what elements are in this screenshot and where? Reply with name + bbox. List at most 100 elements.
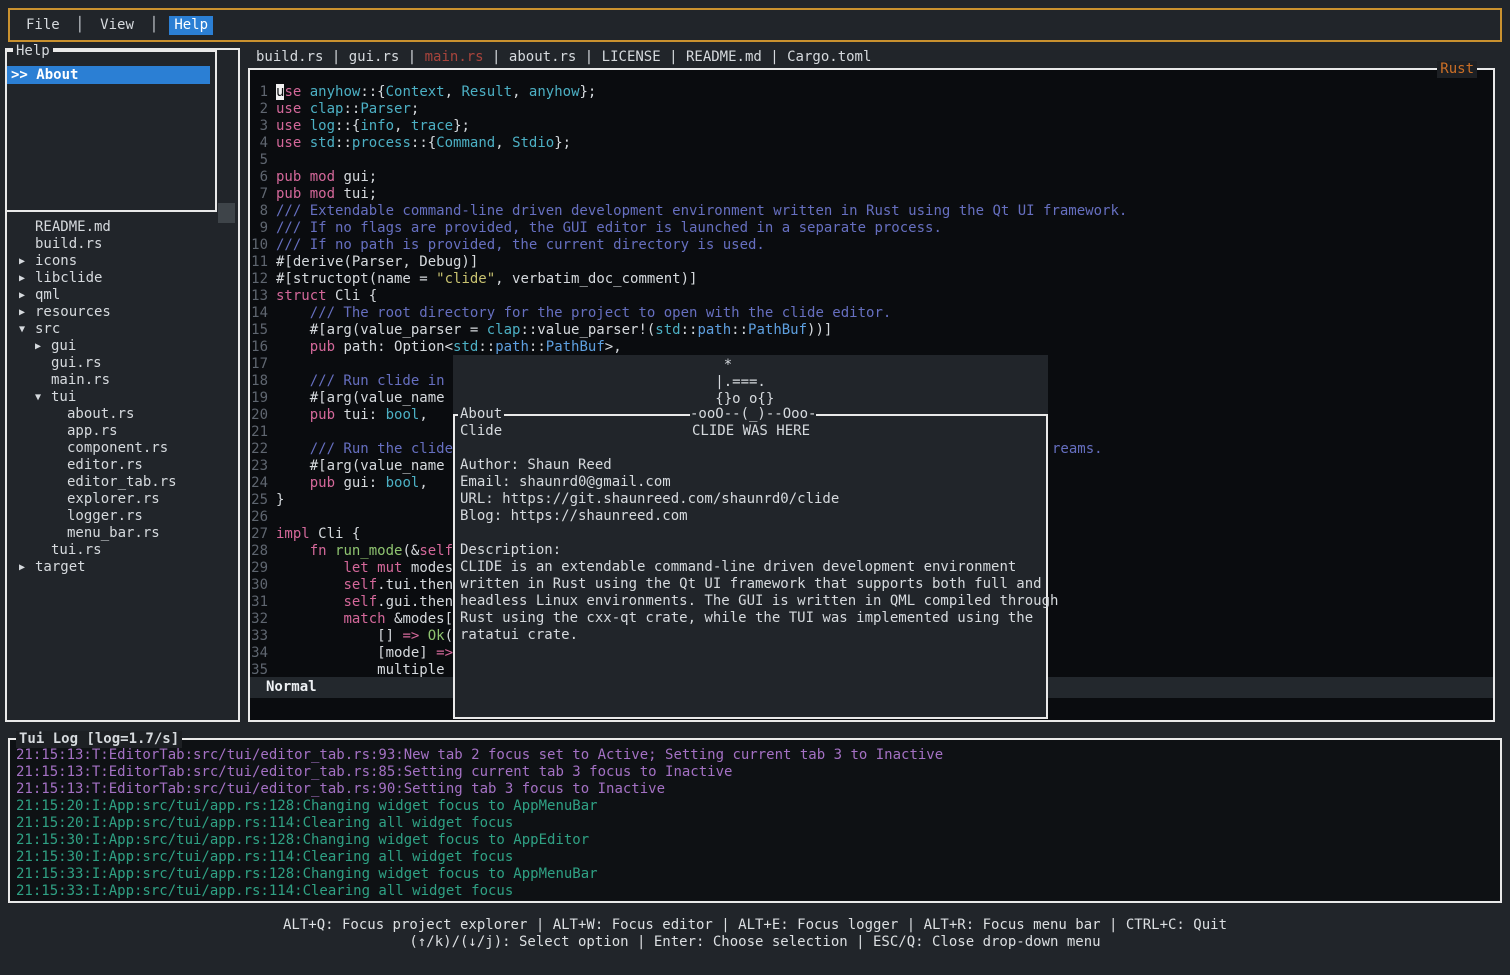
tree-item-label: menu_bar.rs (67, 525, 160, 542)
menu-item-view[interactable]: View (95, 16, 139, 35)
tree-item-label: qml (35, 287, 60, 304)
tree-item-qml[interactable]: ▶qml (7, 287, 238, 304)
folder-collapsed-icon[interactable]: ▶ (19, 304, 35, 321)
code-token: ; (411, 101, 419, 117)
code-token: Cli { (310, 526, 361, 542)
tree-item-resources[interactable]: ▶resources (7, 304, 238, 321)
tree-item-label: editor.rs (67, 457, 143, 474)
tree-item-tui[interactable]: ▼tui (7, 389, 238, 406)
tree-item-src[interactable]: ▼src (7, 321, 238, 338)
line-number: 33 (251, 628, 268, 645)
tab-separator: | (661, 49, 686, 65)
code-line-10[interactable]: 10/// If no path is provided, the curren… (251, 237, 1493, 254)
code-text: struct Cli { (276, 288, 377, 305)
tree-indent (35, 542, 51, 559)
tab-about-rs[interactable]: about.rs (509, 49, 576, 65)
tab-separator: | (576, 49, 601, 65)
code-line-14[interactable]: 14 /// The root directory for the projec… (251, 305, 1493, 322)
code-line-7[interactable]: 7pub mod tui; (251, 186, 1493, 203)
line-number: 15 (251, 322, 268, 339)
code-token: .gui.then( (377, 594, 461, 610)
code-token: use (276, 101, 301, 117)
line-number: 25 (251, 492, 268, 509)
code-token: bool (386, 475, 420, 491)
code-text: pub path: Option<std::path::PathBuf>, (276, 339, 622, 356)
folder-collapsed-icon[interactable]: ▶ (19, 253, 35, 270)
tab-main-rs[interactable]: main.rs (425, 49, 484, 65)
code-line-2[interactable]: 2use clap::Parser; (251, 101, 1493, 118)
code-line-4[interactable]: 4use std::process::{Command, Stdio}; (251, 135, 1493, 152)
code-line-3[interactable]: 3use log::{info, trace}; (251, 118, 1493, 135)
tree-item-editor-rs[interactable]: editor.rs (7, 457, 238, 474)
tab-build-rs[interactable]: build.rs (256, 49, 323, 65)
tree-item-libclide[interactable]: ▶libclide (7, 270, 238, 287)
line-number: 28 (251, 543, 268, 560)
tree-item-about-rs[interactable]: about.rs (7, 406, 238, 423)
tree-item-build-rs[interactable]: build.rs (7, 236, 238, 253)
code-token: #[arg(value_name = (276, 458, 461, 474)
menu-item-file[interactable]: File (21, 16, 65, 35)
explorer-scrollbar-thumb[interactable] (218, 203, 235, 223)
code-text: #[derive(Parser, Debug)] (276, 254, 478, 271)
tree-item-icons[interactable]: ▶icons (7, 253, 238, 270)
log-entry: 21:15:20:I:App:src/tui/app.rs:114:Cleari… (16, 815, 1496, 832)
line-number: 21 (251, 424, 268, 441)
code-line-8[interactable]: 8/// Extendable command-line driven deve… (251, 203, 1493, 220)
folder-expanded-icon[interactable]: ▼ (19, 321, 35, 338)
folder-collapsed-icon[interactable]: ▶ (19, 287, 35, 304)
tree-item-editor_tab-rs[interactable]: editor_tab.rs (7, 474, 238, 491)
folder-collapsed-icon[interactable]: ▶ (35, 338, 51, 355)
code-text: pub tui: bool, (276, 407, 428, 424)
tab-cargo-toml[interactable]: Cargo.toml (787, 49, 871, 65)
folder-collapsed-icon[interactable]: ▶ (19, 270, 35, 287)
code-token: #[arg(value_parser = (276, 322, 487, 338)
folder-collapsed-icon[interactable]: ▶ (19, 559, 35, 576)
tui-log-title: Tui Log [log=1.7/s] (16, 731, 182, 748)
code-text: /// Run clide in h (276, 373, 461, 390)
tree-item-main-rs[interactable]: main.rs (7, 372, 238, 389)
tree-item-gui[interactable]: ▶gui (7, 338, 238, 355)
tree-item-menu_bar-rs[interactable]: menu_bar.rs (7, 525, 238, 542)
code-token: .tui.then( (377, 577, 461, 593)
tree-item-label: tui.rs (51, 542, 102, 559)
code-line-13[interactable]: 13struct Cli { (251, 288, 1493, 305)
line-number: 14 (251, 305, 268, 322)
code-token: :: (681, 322, 698, 338)
code-line-1[interactable]: 1use anyhow::{Context, Result, anyhow}; (251, 84, 1493, 101)
tree-item-explorer-rs[interactable]: explorer.rs (7, 491, 238, 508)
code-token: use (276, 135, 301, 151)
tree-indent (51, 491, 67, 508)
code-line-12[interactable]: 12#[structopt(name = "clide", verbatim_d… (251, 271, 1493, 288)
code-line-15[interactable]: 15 #[arg(value_parser = clap::value_pars… (251, 322, 1493, 339)
editor-tab-bar: build.rs | gui.rs | main.rs | about.rs |… (256, 49, 871, 66)
menu-item-about[interactable]: >> About (7, 66, 210, 84)
code-line-5[interactable]: 5 (251, 152, 1493, 169)
code-line-16[interactable]: 16 pub path: Option<std::path::PathBuf>, (251, 339, 1493, 356)
tab-readme-md[interactable]: README.md (686, 49, 762, 65)
code-line-9[interactable]: 9/// If no flags are provided, the GUI e… (251, 220, 1493, 237)
tab-gui-rs[interactable]: gui.rs (349, 49, 400, 65)
code-token: :: (731, 322, 748, 338)
code-token: Context (386, 84, 445, 100)
tree-item-target[interactable]: ▶target (7, 559, 238, 576)
code-token: gui: (335, 475, 386, 491)
code-token: fn (310, 543, 327, 559)
tree-item-label: component.rs (67, 440, 168, 457)
tree-item-component-rs[interactable]: component.rs (7, 440, 238, 457)
code-line-6[interactable]: 6pub mod gui; (251, 169, 1493, 186)
tree-item-tui-rs[interactable]: tui.rs (7, 542, 238, 559)
tree-item-logger-rs[interactable]: logger.rs (7, 508, 238, 525)
code-line-11[interactable]: 11#[derive(Parser, Debug)] (251, 254, 1493, 271)
code-token: /// If no path is provided, the current … (276, 237, 765, 253)
line-number: 12 (251, 271, 268, 288)
tree-item-readme-md[interactable]: README.md (7, 219, 238, 236)
line-number: 26 (251, 509, 268, 526)
tree-item-app-rs[interactable]: app.rs (7, 423, 238, 440)
code-token: [mode] (276, 645, 436, 661)
folder-expanded-icon[interactable]: ▼ (35, 389, 51, 406)
code-text: } (276, 492, 284, 509)
tab-license[interactable]: LICENSE (602, 49, 661, 65)
tree-item-gui-rs[interactable]: gui.rs (7, 355, 238, 372)
menu-item-help[interactable]: Help (169, 16, 213, 35)
code-token: /// If no flags are provided, the GUI ed… (276, 220, 942, 236)
